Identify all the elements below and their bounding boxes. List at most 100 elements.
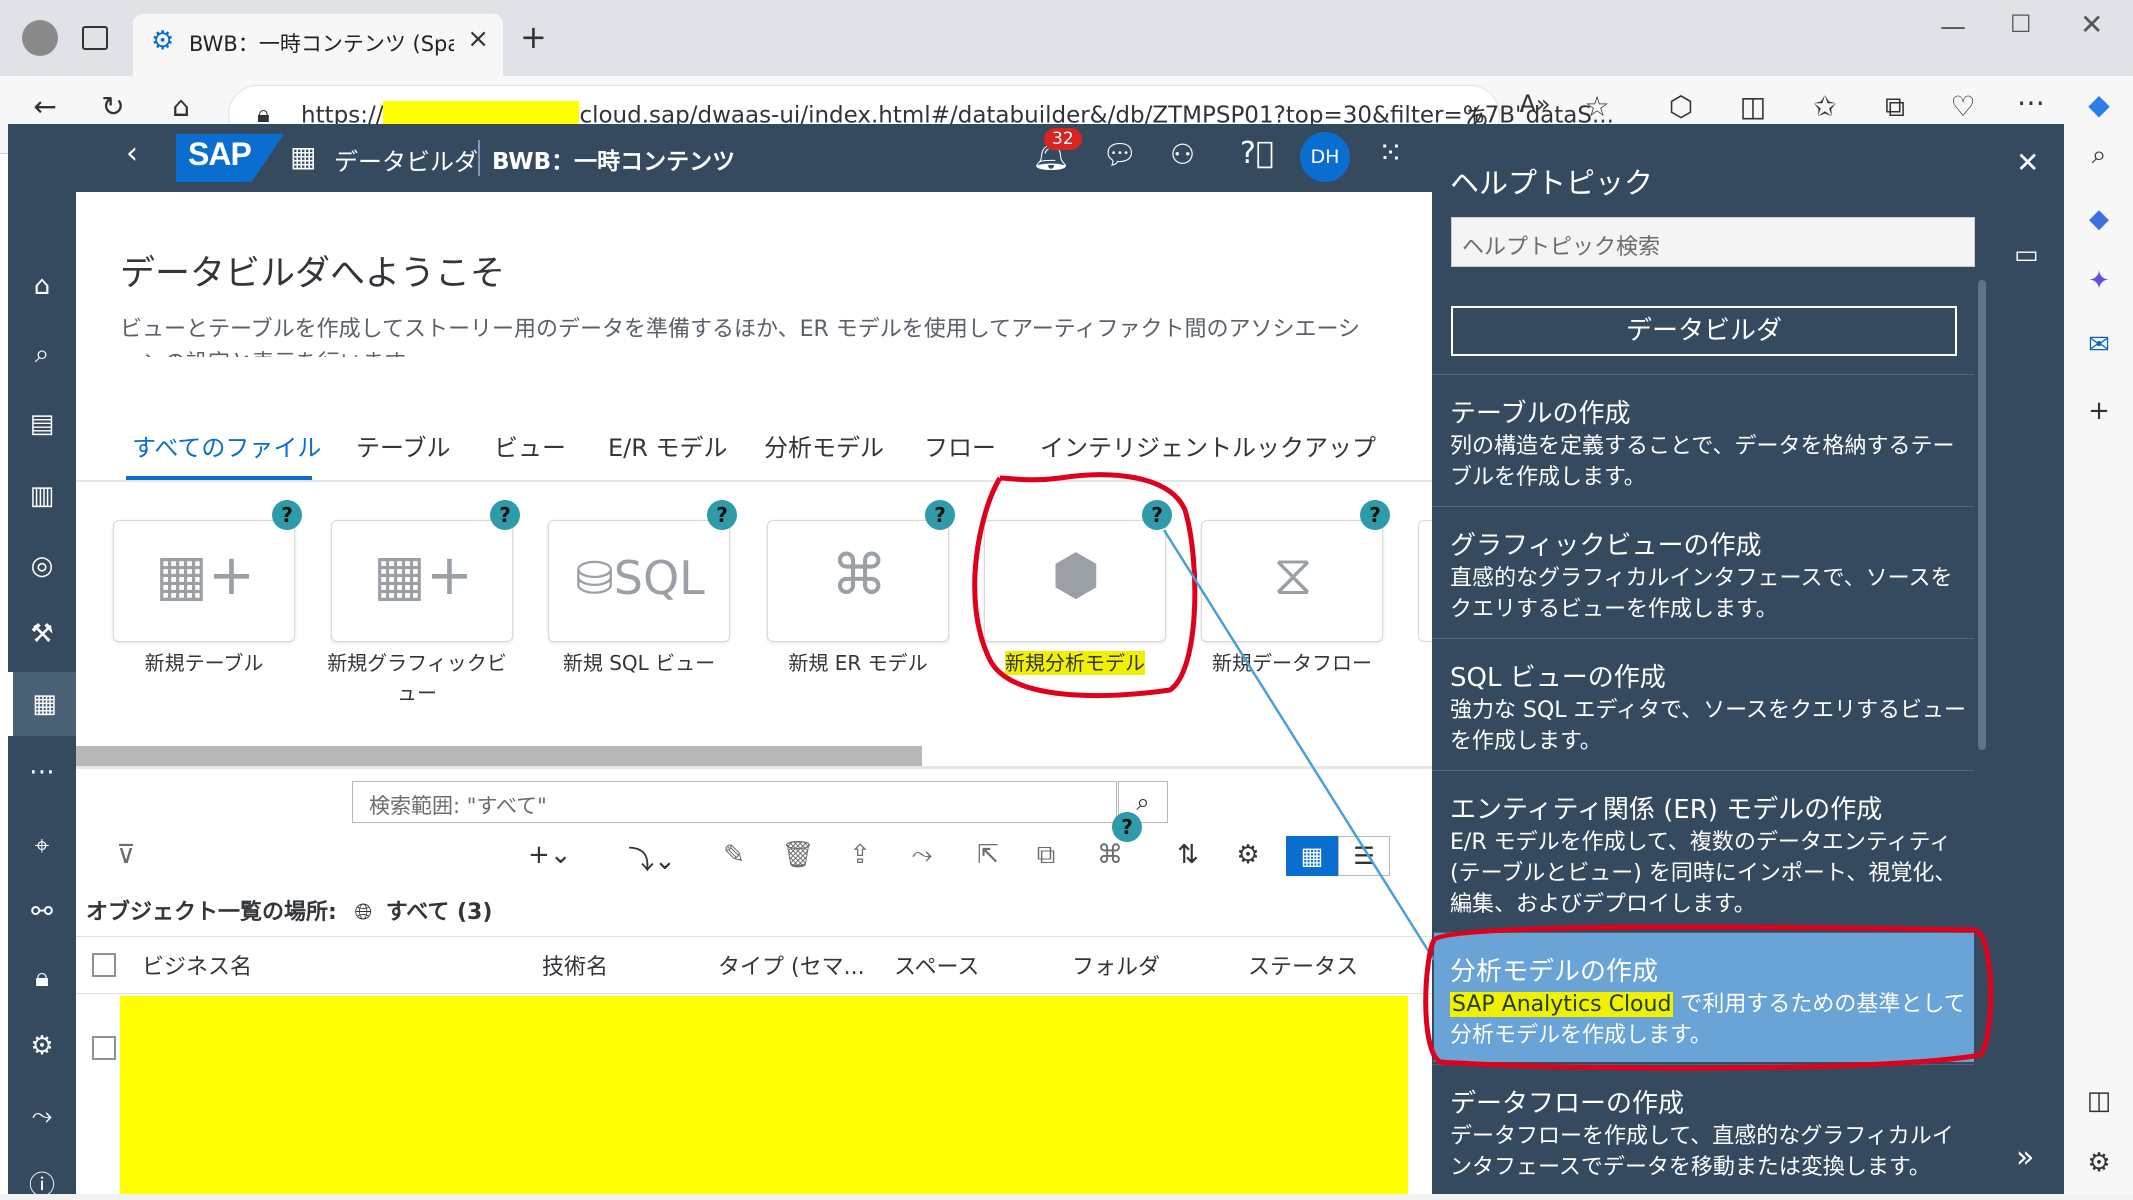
export-icon[interactable]: ⇱ <box>968 840 1008 870</box>
delete-icon[interactable]: 🗑︎ <box>778 840 818 870</box>
copy-icon[interactable]: ⧉ <box>1026 840 1066 871</box>
tile-help-icon[interactable]: ? <box>490 500 520 530</box>
new-table-tile[interactable]: ▦+ <box>113 520 295 642</box>
favorites-list-icon[interactable]: ✩ <box>1800 90 1850 123</box>
list-view-button[interactable]: ☰ <box>1338 836 1390 876</box>
tile-help-icon[interactable]: ? <box>925 500 955 530</box>
nav-transport-icon[interactable]: ⚙ <box>8 1014 76 1078</box>
help-search-input[interactable]: ヘルプトピック検索 <box>1451 217 1975 267</box>
tile-help-icon[interactable]: ? <box>1360 500 1390 530</box>
copilot-icon[interactable]: ◆ <box>2074 88 2124 121</box>
reload-icon[interactable]: ↻ <box>88 90 138 123</box>
grid-view-button[interactable]: ▦ <box>1286 836 1338 876</box>
col-technical-name[interactable]: 技術名 <box>542 949 608 981</box>
sidebar-copilot-icon[interactable]: ✦ <box>2081 266 2117 296</box>
deploy-icon[interactable]: ⇪ <box>840 840 880 870</box>
tiles-scrollbar[interactable] <box>76 746 922 766</box>
tab-tables[interactable]: テーブル <box>356 428 451 463</box>
new-tab-icon[interactable]: + <box>520 18 547 56</box>
new-sql-view-tile[interactable]: ⛁SQL <box>548 520 730 642</box>
minimize-icon[interactable]: — <box>1940 12 1966 42</box>
tile-help-icon[interactable]: ? <box>272 500 302 530</box>
extensions-icon[interactable]: ⬡ <box>1656 90 1706 123</box>
new-graphic-view-tile[interactable]: ▦+ <box>331 520 513 642</box>
feedback-icon[interactable]: 💬︎ <box>1102 138 1138 171</box>
maximize-icon[interactable]: ☐ <box>2010 10 2032 38</box>
sidebar-search-icon[interactable]: ⌕ <box>2081 140 2117 171</box>
product-switch-icon[interactable]: ⁙ <box>1378 136 1403 171</box>
support-icon[interactable]: ⚇ <box>1170 138 1195 171</box>
impact-lineage-icon[interactable]: ⌘ <box>1090 840 1130 870</box>
comment-icon[interactable]: ▭ <box>2014 240 2039 270</box>
browser-essentials-icon[interactable]: ♡ <box>1938 90 1988 123</box>
col-status[interactable]: ステータス <box>1248 949 1358 981</box>
nav-semantic-icon[interactable]: ◎ <box>8 534 76 598</box>
help-topic-analytic-model[interactable]: 分析モデルの作成 SAP Analytics Cloud で利用するための基準と… <box>1434 932 1974 1062</box>
settings-icon[interactable]: ⚙ <box>1228 840 1268 870</box>
new-er-model-tile[interactable]: ⌘ <box>767 520 949 642</box>
nav-monitor-icon[interactable]: ⚯ <box>8 880 76 944</box>
col-folder[interactable]: フォルダ <box>1072 949 1160 981</box>
nav-catalog-icon[interactable]: ⌕ <box>8 322 76 386</box>
back-nav-icon[interactable]: ‹ <box>126 136 138 171</box>
help-topic-sql-view[interactable]: SQL ビューの作成 強力な SQL エディタで、ソースをクエリするビューを作成… <box>1432 638 1974 768</box>
browser-tab[interactable]: ⚙ BWB：一時コンテンツ (Space) - デ × <box>133 14 503 76</box>
object-search-input[interactable]: 検索範囲: "すべて" <box>352 781 1117 823</box>
help-topic-data-flow[interactable]: データフローの作成 データフローを作成して、直感的なグラフィカルインタフェースで… <box>1432 1064 1974 1194</box>
data-builder-help-button[interactable]: データビルダ <box>1451 306 1957 356</box>
sort-icon[interactable]: ⇅ <box>1168 840 1208 870</box>
help-topic-er-model[interactable]: エンティティ関係 (ER) モデルの作成 E/R モデルを作成して、複数のデータ… <box>1432 770 1974 930</box>
help-topic-graphic-view[interactable]: グラフィックビューの作成 直感的なグラフィカルインタフェースで、ソースをクエリす… <box>1432 506 1974 636</box>
tile-help-icon[interactable]: ? <box>1142 500 1172 530</box>
help-icon[interactable]: ?⃝ <box>1240 136 1274 171</box>
nav-data-builder-icon[interactable]: ▦ <box>8 672 76 736</box>
tab-all-files[interactable]: すべてのファイル <box>132 428 321 463</box>
nav-business-builder-icon[interactable]: ▥ <box>8 464 76 528</box>
col-type[interactable]: タイプ (セマ... <box>718 949 865 981</box>
more-menu-icon[interactable]: ⋯ <box>2006 86 2056 119</box>
nav-home-icon[interactable]: ⌂ <box>8 254 76 318</box>
split-screen-icon[interactable]: ◫ <box>1728 90 1778 123</box>
nav-repository-icon[interactable]: ▤ <box>8 392 76 456</box>
col-business-name[interactable]: ビジネス名 <box>142 949 252 981</box>
close-window-icon[interactable]: ✕ <box>2080 8 2103 41</box>
row-checkbox[interactable] <box>92 1036 116 1060</box>
tab-analytic-models[interactable]: 分析モデル <box>764 428 884 463</box>
home-icon[interactable]: ⌂ <box>156 90 206 123</box>
nav-more-icon[interactable]: ⋯ <box>8 740 76 804</box>
back-icon[interactable]: ← <box>20 90 70 123</box>
toolbar-help-icon[interactable]: ? <box>1112 812 1142 842</box>
close-tab-icon[interactable]: × <box>467 24 489 54</box>
sidebar-shopping-icon[interactable]: ◆ <box>2081 204 2117 234</box>
new-analytic-model-tile[interactable]: ⬢ <box>984 520 1166 642</box>
edit-icon[interactable]: ✎ <box>714 840 754 870</box>
nav-transform-icon[interactable]: ⚒ <box>8 602 76 666</box>
tab-er-models[interactable]: E/R モデル <box>608 428 728 463</box>
select-all-checkbox[interactable] <box>92 953 116 977</box>
sidebar-hide-icon[interactable]: ◫ <box>2081 1086 2117 1116</box>
tile-help-icon[interactable]: ? <box>707 500 737 530</box>
nav-share-icon[interactable]: ⤳ <box>8 1084 76 1148</box>
add-icon[interactable]: +⌄ <box>528 840 572 870</box>
tab-actions-icon[interactable] <box>82 26 108 50</box>
nav-integration-icon[interactable]: ⌖ <box>8 814 76 878</box>
help-scrollbar[interactable] <box>1978 280 1986 750</box>
col-space[interactable]: スペース <box>894 949 979 981</box>
profile-icon[interactable] <box>22 20 58 56</box>
import-icon[interactable]: ⤵⌄ <box>628 840 676 877</box>
collections-icon[interactable]: ⧉ <box>1870 90 1920 124</box>
tab-views[interactable]: ビュー <box>494 428 566 463</box>
close-help-icon[interactable]: ✕ <box>2016 146 2039 179</box>
location-value[interactable]: すべて (3) <box>386 900 493 925</box>
sidebar-outlook-icon[interactable]: ✉ <box>2081 330 2117 360</box>
tab-intelligent-lookup[interactable]: インテリジェントルックアップ <box>1040 428 1376 463</box>
tab-flows[interactable]: フロー <box>924 428 996 463</box>
avatar[interactable]: DH <box>1300 132 1350 182</box>
expand-chevron-icon[interactable]: » <box>2016 1140 2034 1175</box>
share-icon[interactable]: ⤳ <box>902 840 942 871</box>
sidebar-add-icon[interactable]: + <box>2081 396 2117 426</box>
sidebar-settings-icon[interactable]: ⚙ <box>2081 1148 2117 1178</box>
new-data-flow-tile[interactable]: ⧖ <box>1201 520 1383 642</box>
filter-icon[interactable]: ⊽ <box>106 840 146 870</box>
nav-security-icon[interactable]: 🔒︎ <box>8 946 76 1010</box>
